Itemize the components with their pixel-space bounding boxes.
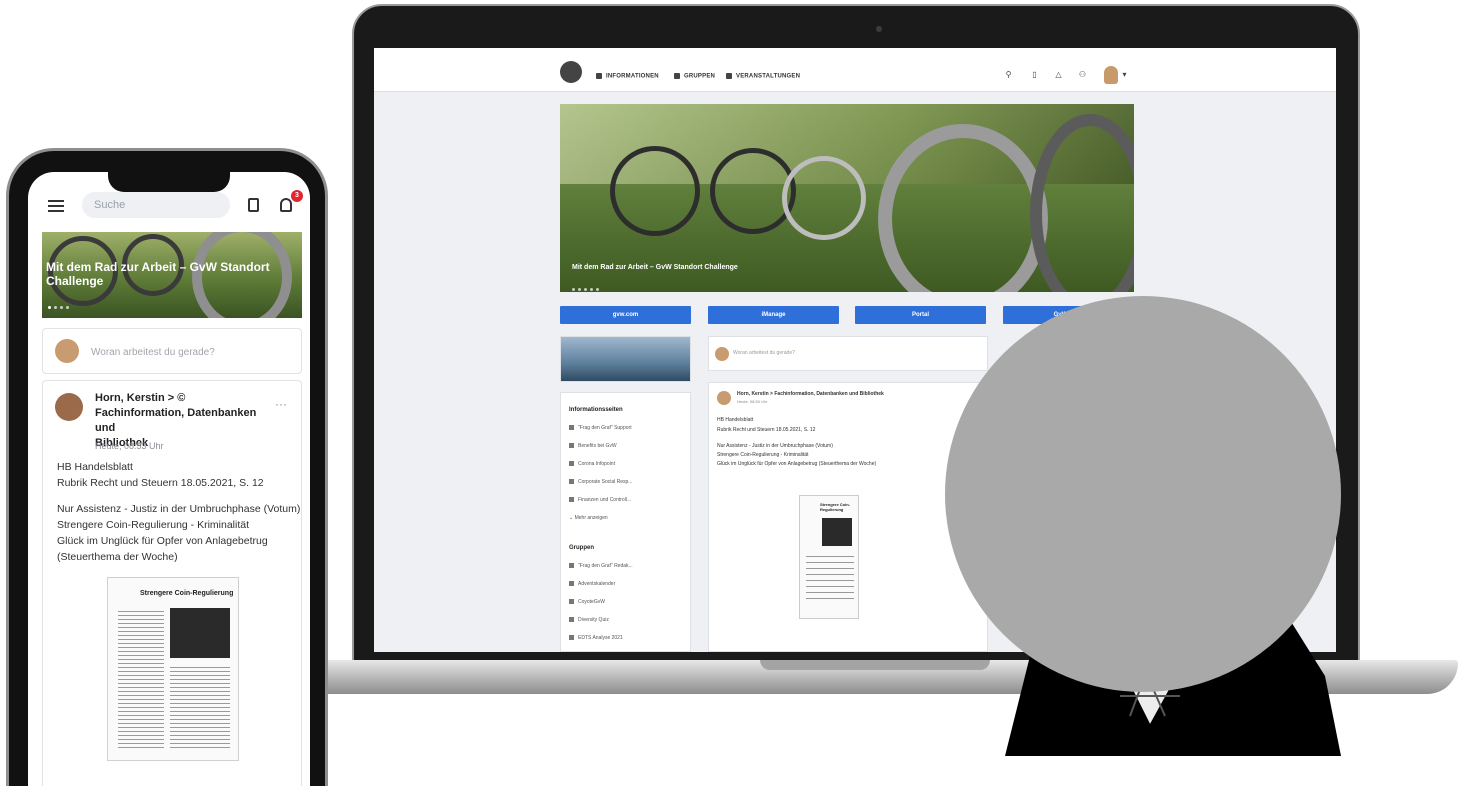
post-time: Heute, 08:53 Uhr (737, 399, 768, 404)
avatar (715, 347, 729, 361)
nav-informationen[interactable]: INFORMATIONEN (596, 73, 659, 80)
sidebar: Informationsseiten "Frag den Graf" Suppo… (560, 392, 691, 652)
post-composer[interactable]: Woran arbeitest du gerade? (42, 328, 302, 374)
phone-screen: Suche 3 Mit dem Rad zur Arbeit – GvW Sta… (28, 172, 310, 786)
show-more-link[interactable]: ⌄ Mehr anzeigen (569, 515, 608, 521)
bookmark-icon[interactable]: ▯ (1030, 70, 1039, 79)
bike-wheel (610, 146, 700, 236)
post-text: Rubrik Recht und Steuern 18.05.2021, S. … (57, 477, 264, 489)
notification-badge: 3 (291, 190, 303, 202)
post-text: (Steuerthema der Woche) (57, 551, 178, 563)
grid-icon (674, 73, 680, 79)
newspaper-image[interactable]: Strengere Coin-Regulierung (799, 495, 859, 619)
quick-link-gvw[interactable]: gvw.com (560, 306, 691, 324)
group-item[interactable]: Adventskalender (569, 581, 615, 587)
bell-icon[interactable] (280, 198, 292, 212)
newspaper-columns (118, 608, 164, 748)
sidebar-item[interactable]: Corporate Social Resp... (569, 479, 632, 485)
newspaper-image[interactable]: Strengere Coin-Regulierung (107, 577, 239, 761)
calendar-icon (726, 73, 732, 79)
newspaper-columns (170, 664, 230, 748)
newspaper-photo (822, 518, 852, 546)
post-time: Heute, 08:53 Uhr (95, 441, 164, 451)
phone-notch (108, 172, 230, 192)
bike-wheel (782, 156, 866, 240)
group-item[interactable]: CoyoteGvW (569, 599, 605, 605)
slider-dots[interactable] (48, 296, 72, 314)
composer-placeholder: Woran arbeitest du gerade? (733, 350, 795, 356)
home-icon (596, 73, 602, 79)
people-icon[interactable]: ⚇ (1078, 70, 1087, 79)
post-text: Strengere Coin-Regulierung - Kriminalitä… (57, 519, 250, 531)
newspaper-headline: Strengere Coin-Regulierung (140, 590, 234, 597)
group-icon (569, 563, 574, 569)
feed-post: Horn, Kerstin > © Fachinformation, Daten… (42, 380, 302, 786)
sidebar-groups-title: Gruppen (569, 545, 594, 551)
newspaper-photo (170, 608, 230, 658)
pin-icon (569, 443, 574, 449)
pin-icon (569, 425, 574, 431)
hero-slider[interactable]: Mit dem Rad zur Arbeit – GvW Standort Ch… (42, 232, 302, 318)
search-input[interactable]: Suche (82, 192, 230, 218)
group-item[interactable]: "Frag den Graf" Redak... (569, 563, 633, 569)
hero-slider[interactable]: Mit dem Rad zur Arbeit – GvW Standort Ch… (560, 104, 1134, 292)
post-text: Glück im Unglück für Opfer von Anlagebet… (57, 535, 268, 547)
nav-gruppen[interactable]: GRUPPEN (674, 73, 715, 80)
post-text: Nur Assistenz - Justiz in der Umbruchpha… (717, 443, 833, 449)
search-icon[interactable]: ⚲ (1004, 70, 1013, 79)
chevron-down-icon[interactable]: ▾ (1120, 70, 1129, 79)
post-text: HB Handelsblatt (57, 461, 133, 473)
group-icon (569, 635, 574, 641)
bell-icon[interactable]: △ (1054, 70, 1063, 79)
sidebar-item[interactable]: Benefits bei GvW (569, 443, 617, 449)
more-options-icon[interactable]: ··· (275, 397, 287, 411)
top-navbar: INFORMATIONEN GRUPPEN VERANSTALTUNGEN ⚲ … (374, 48, 1336, 92)
portrait-background (945, 296, 1341, 692)
post-text: Glück im Unglück für Opfer von Anlagebet… (717, 461, 877, 467)
sidebar-item[interactable]: Finanzen und Controll... (569, 497, 631, 503)
hero-title[interactable]: Mit dem Rad zur Arbeit – GvW Standort Ch… (572, 264, 738, 271)
sidebar-info-title: Informationsseiten (569, 407, 623, 413)
quick-link-imanage[interactable]: iManage (708, 306, 839, 324)
company-logo[interactable] (560, 61, 582, 83)
group-icon (569, 599, 574, 605)
pin-icon (569, 497, 574, 503)
composer-placeholder: Woran arbeitest du gerade? (91, 347, 215, 358)
menu-icon[interactable] (48, 200, 64, 212)
group-icon (569, 617, 574, 623)
newspaper-headline: Strengere Coin-Regulierung (820, 502, 851, 512)
bookmark-icon[interactable] (248, 198, 259, 212)
laptop-camera (876, 26, 882, 32)
post-text: Strengere Coin-Regulierung - Kriminalitä… (717, 452, 809, 458)
author-avatar[interactable] (717, 391, 731, 405)
sidebar-item[interactable]: "Frag den Graf" Support (569, 425, 632, 431)
user-avatar[interactable] (1104, 66, 1118, 84)
author-avatar[interactable] (55, 393, 83, 421)
post-text: Nur Assistenz - Justiz in der Umbruchpha… (57, 503, 301, 515)
group-item[interactable]: Diversity Quiz (569, 617, 609, 623)
pin-icon (569, 479, 574, 485)
slider-dots[interactable] (572, 278, 602, 292)
group-icon (569, 581, 574, 587)
portrait-illustration (945, 296, 1341, 756)
post-text: Rubrik Recht und Steuern 18.05.2021, S. … (717, 427, 816, 433)
avatar (55, 339, 79, 363)
hero-title[interactable]: Mit dem Rad zur Arbeit – GvW Standort Ch… (46, 260, 286, 288)
profile-thumbnail[interactable] (560, 336, 691, 382)
post-text: HB Handelsblatt (717, 417, 754, 423)
sidebar-item[interactable]: Corona Infopoint (569, 461, 615, 467)
pin-icon (569, 461, 574, 467)
nav-veranstaltungen[interactable]: VERANSTALTUNGEN (726, 73, 800, 80)
group-item[interactable]: EDTS Analyse 2021 (569, 635, 623, 641)
post-author[interactable]: Horn, Kerstin > Fachinformation, Datenba… (737, 391, 884, 397)
